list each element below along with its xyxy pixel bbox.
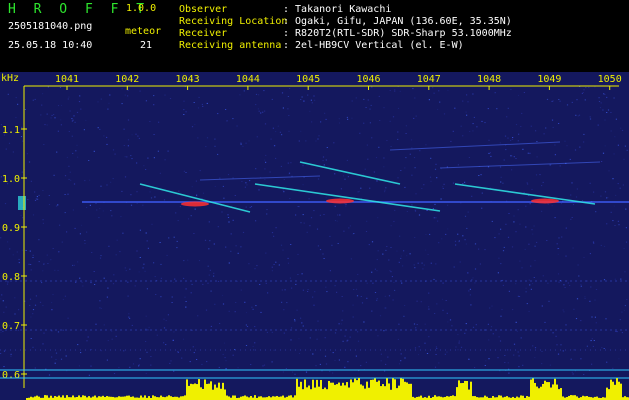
- khz-tick-label-1.1: 1.1: [2, 125, 20, 136]
- left-signal: [18, 196, 26, 210]
- khz-unit-label: kHz: [1, 73, 19, 84]
- meteor-count: 21: [140, 40, 153, 51]
- hz-tick-label-1047: 1047: [417, 74, 441, 85]
- header-panel: H R O F F T 1.0.0 2505181040.png 25.05.1…: [0, 0, 629, 72]
- receiver-value: : R820T2(RTL-SDR) SDR-Sharp 53.1000MHz: [283, 28, 512, 39]
- hz-tick-label-1045: 1045: [296, 74, 320, 85]
- hz-tick-label-1042: 1042: [115, 74, 139, 85]
- meteor-head-2: [531, 198, 559, 204]
- observer-value: : Takanori Kawachi: [283, 4, 392, 15]
- location-label: Receiving Location: [179, 16, 288, 27]
- receiver-label: Receiver: [179, 28, 228, 39]
- app-version: 1.0.0: [126, 3, 157, 14]
- khz-tick-label-1.0: 1.0: [2, 174, 20, 185]
- meteor-label: meteor: [125, 26, 162, 37]
- spectrogram-background: [0, 72, 629, 400]
- meteor-head-0: [181, 201, 209, 207]
- location-value: : Ogaki, Gifu, JAPAN (136.60E, 35.35N): [283, 16, 512, 27]
- hz-tick-label-1048: 1048: [477, 74, 501, 85]
- hz-tick-label-1044: 1044: [236, 74, 260, 85]
- khz-tick-label-0.7: 0.7: [2, 321, 20, 332]
- khz-tick-label-0.9: 0.9: [2, 223, 20, 234]
- spectrogram: kHz 1041 1042 1043 1044 1045 1046 1047 1048 1049…: [0, 72, 629, 400]
- khz-tick-label-0.8: 0.8: [2, 272, 20, 283]
- antenna-value: : 2el-HB9CV Vertical (el. E-W): [283, 40, 464, 51]
- hz-tick-label-1046: 1046: [356, 74, 380, 85]
- antenna-label: Receiving antenna: [179, 40, 282, 51]
- meteor-head-1: [326, 198, 354, 204]
- hz-tick-label-1050: 1050: [598, 74, 622, 85]
- file-name: 2505181040.png: [8, 21, 93, 32]
- date-time: 25.05.18 10:40: [8, 40, 93, 51]
- hz-tick-label-1041: 1041: [55, 74, 79, 85]
- hz-tick-label-1043: 1043: [176, 74, 200, 85]
- hz-tick-label-1049: 1049: [537, 74, 561, 85]
- khz-tick-label-0.6: 0.6: [2, 370, 20, 381]
- observer-label: Observer: [179, 4, 228, 15]
